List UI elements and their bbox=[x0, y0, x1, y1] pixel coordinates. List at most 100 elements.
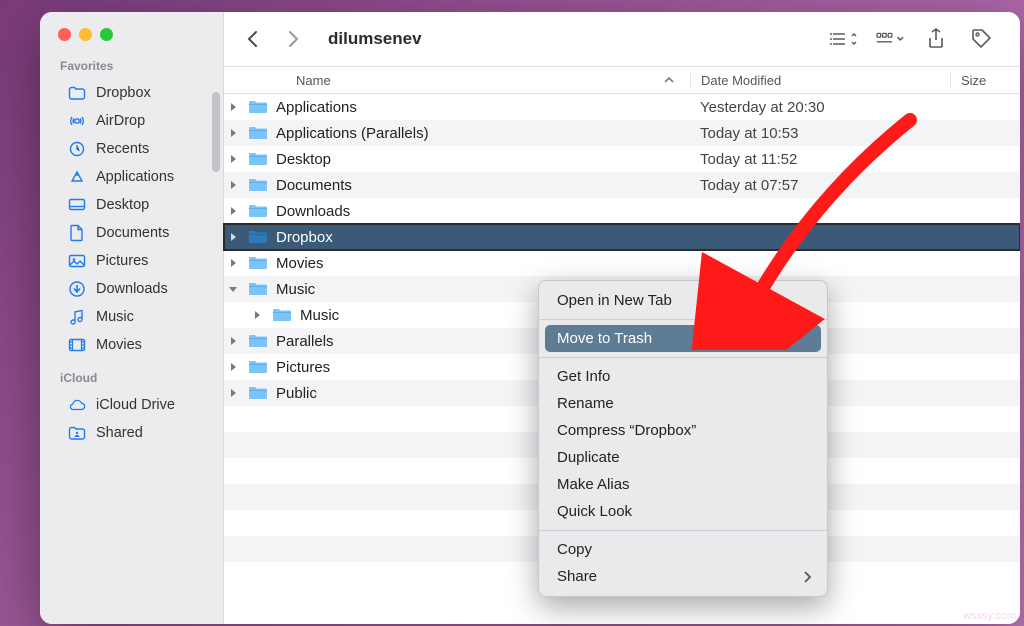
context-menu-item[interactable]: Rename bbox=[539, 390, 827, 417]
share-icon[interactable] bbox=[922, 27, 950, 51]
disclosure-triangle-icon[interactable] bbox=[228, 258, 244, 268]
context-menu-item[interactable]: Duplicate bbox=[539, 444, 827, 471]
sidebar-item-label: Music bbox=[96, 309, 134, 325]
folder-icon bbox=[68, 84, 86, 102]
folder-icon bbox=[272, 307, 292, 323]
sidebar-item-label: Recents bbox=[96, 141, 149, 157]
context-menu-separator bbox=[539, 319, 827, 320]
sidebar-item-downloads[interactable]: Downloads bbox=[50, 275, 213, 303]
file-row[interactable]: DesktopToday at 11:52 bbox=[224, 146, 1020, 172]
sidebar-item-label: iCloud Drive bbox=[96, 397, 175, 413]
disclosure-triangle-icon[interactable] bbox=[228, 232, 244, 242]
disclosure-triangle-icon[interactable] bbox=[228, 284, 244, 294]
file-name: Applications (Parallels) bbox=[276, 125, 690, 142]
file-row[interactable]: Dropbox bbox=[224, 224, 1020, 250]
sidebar-item-label: Applications bbox=[96, 169, 174, 185]
disclosure-triangle-icon[interactable] bbox=[228, 336, 244, 346]
file-row[interactable]: Applications (Parallels)Today at 10:53 bbox=[224, 120, 1020, 146]
disclosure-triangle-icon[interactable] bbox=[228, 154, 244, 164]
chevron-right-icon bbox=[803, 571, 811, 583]
sidebar-item-dropbox[interactable]: Dropbox bbox=[50, 79, 213, 107]
file-row[interactable]: Movies bbox=[224, 250, 1020, 276]
column-size-label: Size bbox=[961, 73, 986, 88]
sidebar-section-favorites: Favorites Dropbox AirDrop Recents Applic… bbox=[40, 55, 223, 367]
disclosure-triangle-icon[interactable] bbox=[252, 310, 268, 320]
sidebar-item-recents[interactable]: Recents bbox=[50, 135, 213, 163]
file-date: Today at 07:57 bbox=[690, 177, 950, 194]
apps-icon bbox=[68, 168, 86, 186]
column-name-label: Name bbox=[296, 73, 331, 88]
file-row[interactable]: Downloads bbox=[224, 198, 1020, 224]
context-menu-item[interactable]: Quick Look bbox=[539, 498, 827, 525]
file-name: Dropbox bbox=[276, 229, 690, 246]
file-row[interactable]: DocumentsToday at 07:57 bbox=[224, 172, 1020, 198]
folder-icon bbox=[248, 99, 268, 115]
sidebar-item-desktop[interactable]: Desktop bbox=[50, 191, 213, 219]
context-menu-item[interactable]: Share bbox=[539, 563, 827, 590]
file-date: Yesterday at 20:30 bbox=[690, 99, 950, 116]
file-name: Movies bbox=[276, 255, 690, 272]
cloud-icon bbox=[68, 396, 86, 414]
sidebar-scrollbar[interactable] bbox=[212, 92, 220, 172]
file-row[interactable]: ApplicationsYesterday at 20:30 bbox=[224, 94, 1020, 120]
context-menu-item[interactable]: Move to Trash bbox=[545, 325, 821, 352]
sidebar-item-music[interactable]: Music bbox=[50, 303, 213, 331]
sidebar-item-airdrop[interactable]: AirDrop bbox=[50, 107, 213, 135]
context-menu-item[interactable]: Compress “Dropbox” bbox=[539, 417, 827, 444]
folder-icon bbox=[248, 281, 268, 297]
toolbar: dilumsenev bbox=[224, 12, 1020, 66]
context-menu-separator bbox=[539, 530, 827, 531]
file-name: Applications bbox=[276, 99, 690, 116]
file-name: Downloads bbox=[276, 203, 690, 220]
forward-button[interactable] bbox=[282, 28, 304, 50]
disclosure-triangle-icon[interactable] bbox=[228, 128, 244, 138]
download-icon bbox=[68, 280, 86, 298]
column-name[interactable]: Name bbox=[296, 73, 690, 88]
sidebar-heading-icloud: iCloud bbox=[50, 367, 213, 391]
sidebar-item-icloud-drive[interactable]: iCloud Drive bbox=[50, 391, 213, 419]
close-window-button[interactable] bbox=[58, 28, 71, 41]
column-date-modified[interactable]: Date Modified bbox=[690, 73, 950, 88]
context-menu-item[interactable]: Open in New Tab bbox=[539, 287, 827, 314]
column-header: Name Date Modified Size bbox=[224, 66, 1020, 94]
group-by-icon[interactable] bbox=[876, 27, 904, 51]
sidebar-item-applications[interactable]: Applications bbox=[50, 163, 213, 191]
file-date: Today at 10:53 bbox=[690, 125, 950, 142]
disclosure-triangle-icon[interactable] bbox=[228, 206, 244, 216]
sort-ascending-icon bbox=[664, 75, 674, 85]
view-list-icon[interactable] bbox=[830, 27, 858, 51]
sidebar-item-documents[interactable]: Documents bbox=[50, 219, 213, 247]
sidebar-item-shared[interactable]: Shared bbox=[50, 419, 213, 447]
minimize-window-button[interactable] bbox=[79, 28, 92, 41]
folder-icon bbox=[248, 333, 268, 349]
file-name: Documents bbox=[276, 177, 690, 194]
window-controls bbox=[40, 24, 223, 55]
disclosure-triangle-icon[interactable] bbox=[228, 388, 244, 398]
sidebar-heading-favorites: Favorites bbox=[50, 55, 213, 79]
sidebar-section-icloud: iCloud iCloud Drive Shared bbox=[40, 367, 223, 455]
movie-icon bbox=[68, 336, 86, 354]
sidebar-item-movies[interactable]: Movies bbox=[50, 331, 213, 359]
disclosure-triangle-icon[interactable] bbox=[228, 362, 244, 372]
shared-folder-icon bbox=[68, 424, 86, 442]
disclosure-triangle-icon[interactable] bbox=[228, 180, 244, 190]
context-menu-item[interactable]: Make Alias bbox=[539, 471, 827, 498]
folder-icon bbox=[248, 359, 268, 375]
sidebar-item-label: Dropbox bbox=[96, 85, 151, 101]
sidebar-item-label: Shared bbox=[96, 425, 143, 441]
context-menu-item[interactable]: Get Info bbox=[539, 363, 827, 390]
back-button[interactable] bbox=[242, 28, 264, 50]
disclosure-triangle-icon[interactable] bbox=[228, 102, 244, 112]
tags-icon[interactable] bbox=[968, 27, 996, 51]
file-name: Desktop bbox=[276, 151, 690, 168]
folder-icon bbox=[248, 125, 268, 141]
folder-icon bbox=[248, 177, 268, 193]
column-size[interactable]: Size bbox=[950, 73, 1020, 88]
music-icon bbox=[68, 308, 86, 326]
zoom-window-button[interactable] bbox=[100, 28, 113, 41]
file-date: Today at 11:52 bbox=[690, 151, 950, 168]
clock-icon bbox=[68, 140, 86, 158]
sidebar-item-pictures[interactable]: Pictures bbox=[50, 247, 213, 275]
context-menu-item[interactable]: Copy bbox=[539, 536, 827, 563]
airdrop-icon bbox=[68, 112, 86, 130]
